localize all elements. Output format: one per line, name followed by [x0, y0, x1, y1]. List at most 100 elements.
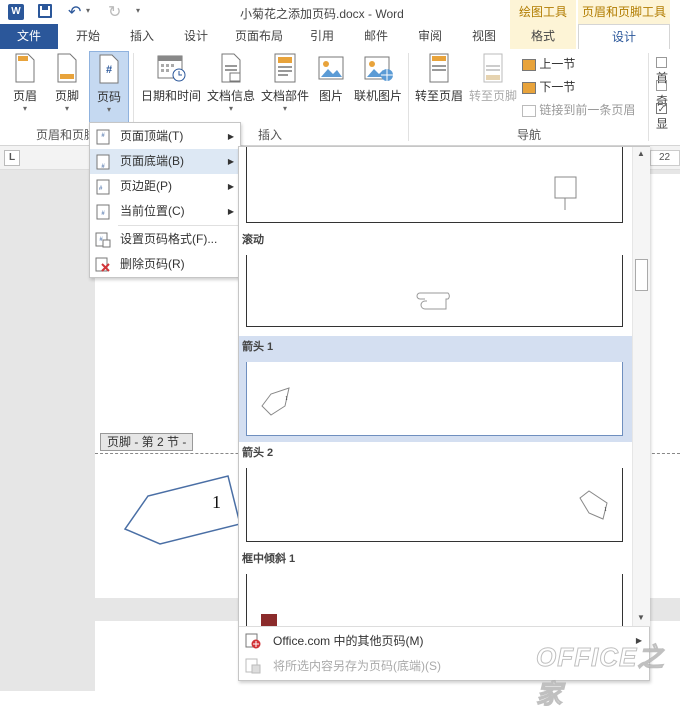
goto-footer-icon: [483, 53, 503, 83]
tab-review[interactable]: 审阅: [406, 24, 454, 49]
remove-page-number-icon: [95, 257, 110, 272]
menu-item-remove-page-numbers[interactable]: 删除页码(R): [90, 252, 240, 277]
scroll-up-icon[interactable]: ▲: [637, 149, 645, 158]
menu-item-current-position[interactable]: # 当前位置(C) ▶: [90, 199, 240, 224]
checkbox-checked-icon: ✓: [656, 103, 667, 115]
quick-access-dropdown-icon[interactable]: ▾: [136, 6, 140, 15]
scrollbar-thumb[interactable]: [635, 259, 648, 291]
tab-hf-design[interactable]: 设计: [578, 24, 670, 50]
gallery-thumbnail[interactable]: 1: [246, 362, 623, 436]
tab-stop-label: L: [8, 152, 16, 163]
menu-label: 页面底端(B): [120, 154, 184, 168]
submenu-arrow-icon: ▶: [227, 157, 234, 166]
horizontal-ruler[interactable]: 22: [650, 150, 680, 166]
quick-parts-dropdown-icon: ▾: [282, 104, 287, 113]
scroll-graphic: [416, 292, 450, 310]
quick-parts-button[interactable]: 文档部件 ▾: [258, 53, 312, 113]
menu-item-page-margins[interactable]: # 页边距(P) ▶: [90, 174, 240, 199]
next-section-label: 下一节: [539, 80, 576, 94]
gallery-scrollbar[interactable]: ▲ ▼: [632, 147, 650, 626]
undo-icon[interactable]: ↶: [68, 2, 81, 22]
menu-divider: [118, 225, 240, 226]
gallery-label: 框中倾斜 1: [242, 553, 296, 565]
header-button[interactable]: 页眉 ▾: [6, 53, 44, 113]
page-number-dropdown-icon: ▾: [106, 105, 111, 114]
online-picture-button[interactable]: 联机图片: [350, 53, 406, 104]
goto-header-icon: [429, 53, 449, 83]
drawing-tools-context: 绘图工具: [510, 0, 576, 24]
tab-format[interactable]: 格式: [510, 24, 576, 49]
doc-info-button[interactable]: 文档信息 ▾: [204, 53, 258, 113]
tab-home[interactable]: 开始: [64, 24, 112, 49]
tab-design[interactable]: 设计: [172, 24, 220, 49]
gallery-label: 箭头 2: [242, 447, 274, 459]
save-icon[interactable]: [38, 4, 52, 18]
tab-page-layout[interactable]: 页面布局: [226, 24, 292, 49]
tab-view[interactable]: 视图: [460, 24, 508, 49]
date-time-button[interactable]: 日期和时间: [138, 53, 204, 104]
page-number-button[interactable]: # 页码 ▾: [89, 51, 129, 123]
next-section-icon: [522, 81, 536, 94]
checkbox-unchecked-icon: [656, 80, 667, 92]
tab-selector[interactable]: L: [4, 150, 20, 166]
arrow-sample-digit: 1: [604, 507, 607, 513]
prev-section-icon: [522, 58, 536, 71]
slant-box-graphic: [261, 614, 277, 626]
gallery-scroll-area[interactable]: 滚动 箭头 1 1 箭头 2 1 框中倾斜 1: [239, 147, 632, 626]
gallery-thumbnail[interactable]: 1: [246, 468, 623, 542]
gallery-thumbnail[interactable]: [246, 574, 623, 626]
undo-dropdown-icon[interactable]: ▾: [86, 6, 90, 15]
header-footer-tools-context: 页眉和页脚工具: [578, 0, 670, 24]
submenu-arrow-icon: ▶: [227, 207, 234, 216]
picture-label: 图片: [318, 89, 343, 103]
group-label-insert: 插入: [258, 128, 283, 142]
option-label: 显: [656, 117, 669, 131]
menu-label: 设置页码格式(F)...: [120, 232, 218, 246]
footer-icon: [57, 53, 77, 83]
picture-button[interactable]: 图片: [313, 53, 349, 104]
goto-footer-button[interactable]: 转至页脚: [466, 53, 520, 104]
menu-item-format-page-numbers[interactable]: # 设置页码格式(F)...: [90, 227, 240, 252]
gallery-thumbnail[interactable]: [246, 147, 623, 223]
prev-section-button[interactable]: 上一节: [522, 55, 575, 73]
goto-header-label: 转至页眉: [414, 89, 463, 103]
page-top-icon: #: [96, 129, 110, 145]
current-position-icon: #: [96, 204, 110, 220]
page-number-shape[interactable]: 1: [120, 466, 250, 546]
menu-item-bottom-of-page[interactable]: # 页面底端(B) ▶: [90, 149, 240, 174]
footer-section-tag: 页脚 - 第 2 节 -: [100, 433, 194, 451]
menu-item-top-of-page[interactable]: # 页面顶端(T) ▶: [90, 124, 240, 149]
save-to-gallery-icon: [245, 658, 261, 674]
save-selection-label: 将所选内容另存为页码(底端)(S): [273, 659, 441, 673]
header-dropdown-icon: ▾: [22, 104, 27, 113]
redo-icon[interactable]: ↻: [108, 2, 121, 22]
goto-footer-label: 转至页脚: [468, 89, 517, 103]
gallery-thumbnail[interactable]: [246, 255, 623, 327]
tab-insert[interactable]: 插入: [118, 24, 166, 49]
option-show-text[interactable]: ✓ 显: [656, 101, 680, 132]
footer-dropdown-icon: ▾: [64, 104, 69, 113]
arrow-graphic: 1: [579, 490, 608, 520]
menu-label: 当前位置(C): [120, 204, 185, 218]
footer-button[interactable]: 页脚 ▾: [48, 53, 86, 113]
tab-references[interactable]: 引用: [298, 24, 346, 49]
calendar-icon: [157, 55, 186, 82]
goto-header-button[interactable]: 转至页眉: [412, 53, 466, 104]
arrow-sample-digit: 1: [285, 396, 288, 402]
submenu-arrow-icon: ▶: [227, 132, 234, 141]
link-previous-label: 链接到前一条页眉: [539, 103, 636, 117]
tab-mailings[interactable]: 邮件: [352, 24, 400, 49]
submenu-arrow-icon: ▶: [227, 182, 234, 191]
scroll-down-icon[interactable]: ▼: [637, 613, 645, 622]
doc-info-dropdown-icon: ▾: [228, 104, 233, 113]
menu-label: 页面顶端(T): [120, 129, 184, 143]
word-app-icon[interactable]: W: [8, 4, 24, 20]
page-number-menu: # 页面顶端(T) ▶ # 页面底端(B) ▶ # 页边距(P) ▶ # 当前位…: [89, 122, 241, 278]
doc-info-label: 文档信息: [206, 89, 255, 103]
menu-label: 页边距(P): [120, 179, 172, 193]
picture-icon: [318, 56, 344, 80]
tab-file[interactable]: 文件: [0, 24, 58, 49]
next-section-button[interactable]: 下一节: [522, 78, 575, 96]
footer-label: 页脚: [54, 89, 79, 103]
link-previous-button[interactable]: 链接到前一条页眉: [522, 101, 635, 119]
